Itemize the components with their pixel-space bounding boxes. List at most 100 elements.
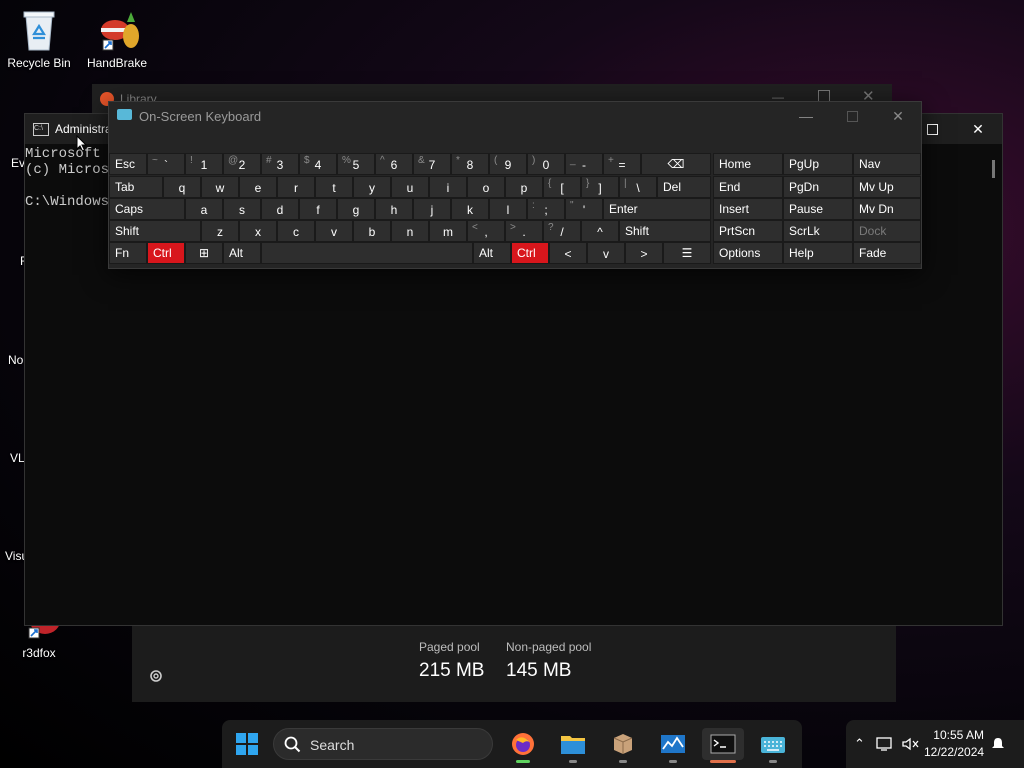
osk-nav-key[interactable]: Options [713,242,783,264]
osk-key[interactable]: v [587,242,625,264]
osk-nav-key[interactable]: Insert [713,198,783,220]
osk-key[interactable]: - _ [565,153,603,175]
osk-nav-key[interactable]: Mv Up [853,176,921,198]
osk-key[interactable]: 3 # [261,153,299,175]
osk-key[interactable]: h [375,198,413,220]
recycle-bin-desktop-icon[interactable]: Recycle Bin [1,8,77,70]
osk-minimize-button[interactable]: — [783,102,829,130]
osk-key[interactable]: 5% [337,153,375,175]
osk-nav-key[interactable]: Dock [853,220,921,242]
osk-key[interactable]: a [185,198,223,220]
osk-key[interactable]: > [625,242,663,264]
taskbar-archive-app[interactable] [606,728,640,760]
osk-key[interactable]: \ | [619,176,657,198]
osk-key[interactable]: Esc [109,153,147,175]
terminal-scrollbar[interactable] [992,160,995,178]
osk-key[interactable]: ;: [527,198,565,220]
osk-key[interactable]: Enter [603,198,711,220]
osk-key[interactable]: = + [603,153,641,175]
on-screen-keyboard-window[interactable]: On-Screen Keyboard — ✕ Esc ` ~1! 2 @3 #4 $5% 6 ^… [108,101,922,269]
network-icon[interactable] [876,736,894,752]
settings-gear-icon[interactable] [148,668,164,684]
osk-key[interactable]: 7 & [413,153,451,175]
chevron-up-icon[interactable]: ⌃ [854,736,865,752]
osk-key[interactable]: 6 ^ [375,153,413,175]
osk-close-button[interactable]: ✕ [875,102,921,130]
osk-key[interactable]: , < [467,220,505,242]
taskbar-firefox[interactable] [506,728,540,760]
osk-key[interactable]: . > [505,220,543,242]
close-button[interactable]: ✕ [955,114,1001,144]
osk-key[interactable]: 4 $ [299,153,337,175]
osk-key[interactable]: ☰ [663,242,711,264]
osk-key[interactable]: e [239,176,277,198]
osk-key[interactable]: Caps [109,198,185,220]
osk-key[interactable]: s [223,198,261,220]
osk-maximize-button[interactable] [829,102,875,130]
osk-key[interactable]: ⌫ [641,153,711,175]
osk-key[interactable]: b [353,220,391,242]
osk-key[interactable]: Fn [109,242,147,264]
osk-key[interactable]: l [489,198,527,220]
osk-key[interactable]: Shift [619,220,711,242]
osk-nav-key[interactable]: Nav [853,153,921,175]
osk-key[interactable]: g [337,198,375,220]
osk-key[interactable]: /? [543,220,581,242]
osk-key-space[interactable] [261,242,473,264]
osk-key[interactable]: v [315,220,353,242]
osk-key[interactable]: 1! [185,153,223,175]
osk-key[interactable]: Ctrl [147,242,185,264]
osk-key[interactable]: ⊞ [185,242,223,264]
osk-nav-key[interactable]: Pause [783,198,853,220]
taskbar-search-box[interactable]: Search [273,728,493,760]
osk-key[interactable]: q [163,176,201,198]
osk-key[interactable]: Ctrl [511,242,549,264]
osk-nav-key[interactable]: PgUp [783,153,853,175]
osk-key[interactable]: u [391,176,429,198]
osk-nav-key[interactable]: PgDn [783,176,853,198]
osk-key[interactable]: r [277,176,315,198]
osk-key[interactable]: Alt [223,242,261,264]
terminal-prompt[interactable]: C:\Windows\ [25,194,117,210]
osk-title-bar[interactable]: On-Screen Keyboard — ✕ [109,102,921,130]
osk-key[interactable]: x [239,220,277,242]
osk-nav-key[interactable]: ScrLk [783,220,853,242]
start-button[interactable] [230,728,264,760]
volume-muted-icon[interactable] [901,736,919,752]
osk-nav-key[interactable]: Help [783,242,853,264]
handbrake-desktop-icon[interactable]: HandBrake [79,8,155,70]
osk-key[interactable]: Shift [109,220,201,242]
taskbar-file-explorer[interactable] [556,728,590,760]
osk-key[interactable]: z [201,220,239,242]
osk-key[interactable]: j [413,198,451,220]
osk-key[interactable]: 9( [489,153,527,175]
osk-key[interactable]: < [549,242,587,264]
osk-key[interactable]: y [353,176,391,198]
osk-key[interactable]: ' " [565,198,603,220]
clock-time[interactable]: 10:55 AM [924,728,984,742]
osk-key[interactable]: k [451,198,489,220]
osk-key[interactable]: Tab [109,176,163,198]
osk-key[interactable]: n [391,220,429,242]
taskbar-task-manager[interactable] [656,728,690,760]
osk-key[interactable]: d [261,198,299,220]
taskbar-on-screen-keyboard[interactable] [756,728,790,760]
osk-key[interactable]: 0) [527,153,565,175]
osk-nav-key[interactable]: Mv Dn [853,198,921,220]
osk-key[interactable]: m [429,220,467,242]
osk-key[interactable]: o [467,176,505,198]
notification-bell-icon[interactable] [990,736,1006,752]
clock-date[interactable]: 12/22/2024 [924,745,984,759]
osk-key[interactable]: i [429,176,467,198]
osk-key[interactable]: Alt [473,242,511,264]
osk-key[interactable]: p [505,176,543,198]
osk-key[interactable]: ]} [581,176,619,198]
osk-key[interactable]: 8 * [451,153,489,175]
osk-key[interactable]: t [315,176,353,198]
osk-nav-key[interactable]: End [713,176,783,198]
osk-nav-key[interactable]: Home [713,153,783,175]
osk-key[interactable]: f [299,198,337,220]
osk-key[interactable]: ` ~ [147,153,185,175]
osk-key[interactable]: w [201,176,239,198]
osk-nav-key[interactable]: Fade [853,242,921,264]
